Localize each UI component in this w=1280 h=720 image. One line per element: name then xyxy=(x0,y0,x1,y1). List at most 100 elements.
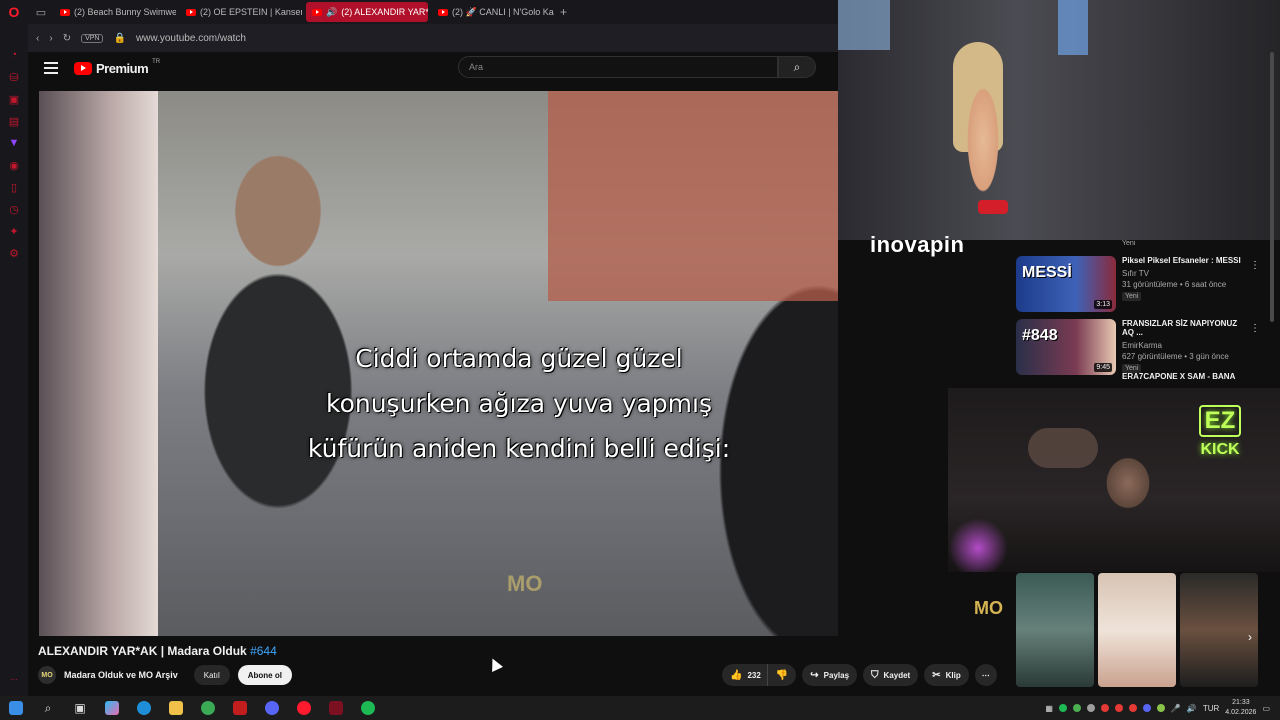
logo-word: Premium xyxy=(96,60,149,76)
channel-name[interactable]: EmirKarma xyxy=(1122,341,1242,350)
url-field[interactable]: www.youtube.com/watch xyxy=(136,33,246,44)
mouse-cursor xyxy=(487,656,503,672)
browser-tab[interactable]: (2) Beach Bunny Swimwe xyxy=(54,2,176,22)
discord-icon[interactable] xyxy=(256,696,288,720)
search-input[interactable]: Ara xyxy=(458,56,778,78)
video-player[interactable]: Ciddi ortamda güzel güzel konuşurken ağı… xyxy=(39,91,838,636)
recommendation-item[interactable]: MESSİ 3:13 Piksel Piksel Efsaneler : MES… xyxy=(1016,246,1268,312)
aria-icon[interactable]: ◔ xyxy=(7,48,21,62)
channel-avatar[interactable]: MO xyxy=(38,666,56,684)
new-tab-button[interactable]: + xyxy=(560,5,567,19)
browser-tab-active[interactable]: 🔊 (2) ALEXANDIR YAR*A xyxy=(306,2,428,22)
settings-icon[interactable]: ⚙ xyxy=(7,246,21,260)
more-icon: ⋯ xyxy=(981,670,990,680)
thumbs-down-icon: 👎 xyxy=(775,669,789,681)
like-button[interactable]: 👍 232 xyxy=(722,664,767,686)
search-button[interactable]: ⌕ xyxy=(778,56,816,78)
volume-icon[interactable]: 🔊 xyxy=(1187,704,1197,713)
subscribe-button[interactable]: Abone ol xyxy=(237,665,292,685)
thumbnail-text: MESSİ xyxy=(1022,264,1072,281)
crypto-wallet-icon[interactable]: ⛁ xyxy=(7,70,21,84)
messenger-icon[interactable]: ▣ xyxy=(7,92,21,106)
more-options-icon[interactable]: ⋮ xyxy=(1250,260,1260,271)
microphone-icon[interactable]: 🎤 xyxy=(1171,704,1181,713)
keyboard-icon[interactable]: ▦ xyxy=(1045,704,1053,713)
recommendation-title[interactable]: Piksel Piksel Efsaneler : MESSI xyxy=(1122,256,1242,265)
opera-logo-icon[interactable]: O xyxy=(0,0,28,24)
scrollbar-thumb[interactable] xyxy=(1270,52,1274,322)
address-bar: ‹ › ↻ VPN 🔒 www.youtube.com/watch xyxy=(28,24,838,52)
opera-icon[interactable] xyxy=(288,696,320,720)
video-background-building xyxy=(548,91,838,301)
vpn-badge[interactable]: VPN xyxy=(81,33,104,43)
opera-gx-icon[interactable] xyxy=(320,696,352,720)
windows-start-icon[interactable] xyxy=(0,696,32,720)
chevron-right-icon[interactable]: › xyxy=(1248,630,1252,644)
shorts-thumbnail[interactable] xyxy=(1098,573,1176,687)
new-badge: Yeni xyxy=(1122,364,1142,373)
tray-icon[interactable] xyxy=(1114,704,1123,712)
shorts-thumbnail[interactable] xyxy=(1180,573,1258,687)
task-view-icon[interactable]: ▣ xyxy=(64,696,96,720)
dislike-button[interactable]: 👎 xyxy=(766,664,797,686)
language-indicator[interactable]: TUR xyxy=(1203,704,1219,713)
reload-icon[interactable]: ↻ xyxy=(63,33,71,44)
file-explorer-icon[interactable] xyxy=(160,696,192,720)
notification-icon[interactable]: ▭ xyxy=(1262,704,1270,713)
recommendation-item[interactable]: #848 9:45 FRANSIZLAR SİZ NAPIYONUZ AQ ..… xyxy=(1016,309,1268,375)
tray-icon[interactable] xyxy=(1156,704,1165,712)
shorts-thumbnail[interactable] xyxy=(1016,573,1094,687)
page-scrollbar[interactable] xyxy=(1270,48,1276,688)
recommendations-list: Yeni MESSİ 3:13 Piksel Piksel Efsaneler … xyxy=(1016,240,1268,388)
extensions-icon[interactable]: ✦ xyxy=(7,224,21,238)
bookmark-icon[interactable]: ▯ xyxy=(7,180,21,194)
copilot-icon[interactable] xyxy=(96,696,128,720)
recommendation-title[interactable]: FRANSIZLAR SİZ NAPIYONUZ AQ ... xyxy=(1122,319,1242,337)
channel-row: MO Madara Olduk ve MO Arşiv Katıl Abone … xyxy=(38,664,292,686)
more-options-icon[interactable]: ⋮ xyxy=(1250,323,1260,334)
channel-name[interactable]: Sıfır TV xyxy=(1122,269,1242,278)
more-actions-button[interactable]: ⋯ xyxy=(974,664,997,686)
history-icon[interactable]: ◷ xyxy=(7,202,21,216)
share-button[interactable]: ↪ Paylaş xyxy=(802,664,858,686)
player-icon[interactable]: ◉ xyxy=(7,158,21,172)
recommendation-thumbnail[interactable]: MESSİ 3:13 xyxy=(1016,256,1116,312)
clock[interactable]: 21:33 4.02.2026 xyxy=(1225,698,1256,718)
spotify-icon[interactable] xyxy=(352,696,384,720)
recommendation-info: FRANSIZLAR SİZ NAPIYONUZ AQ ... EmirKarm… xyxy=(1122,319,1242,373)
youtube-header: Premium TR Ara ⌕ xyxy=(28,52,838,84)
tray-icon[interactable] xyxy=(1072,704,1081,712)
shorts-row xyxy=(1016,573,1280,687)
edge-icon[interactable] xyxy=(128,696,160,720)
youtube-icon xyxy=(312,8,322,16)
video-hashtag[interactable]: #644 xyxy=(250,644,277,658)
join-button[interactable]: Katıl xyxy=(193,665,230,685)
search-icon[interactable]: ⌕ xyxy=(32,696,64,720)
forward-icon[interactable]: › xyxy=(49,33,52,44)
browser-tab[interactable]: (2) 🚀 CANLI | N'Golo Kan xyxy=(432,2,554,22)
more-icon[interactable]: ⋯ xyxy=(10,675,18,684)
recommendation-thumbnail[interactable]: #848 9:45 xyxy=(1016,319,1116,375)
channel-name[interactable]: Madara Olduk ve MO Arşiv xyxy=(64,670,178,680)
twitch-icon[interactable]: ▼ xyxy=(7,136,21,150)
hamburger-menu-icon[interactable] xyxy=(44,62,58,74)
tray-icon[interactable] xyxy=(1086,704,1095,712)
stage-light xyxy=(838,0,890,50)
spotify-tray-icon[interactable] xyxy=(1058,704,1067,712)
tray-icon[interactable] xyxy=(1100,704,1109,712)
browser-tab[interactable]: (2) OE EPSTEIN | Kanser o xyxy=(180,2,302,22)
video-watermark: MO xyxy=(507,571,543,596)
clip-button[interactable]: ✂ Klip xyxy=(924,664,969,686)
save-button[interactable]: ⛉ Kaydet xyxy=(863,664,919,686)
workspaces-icon[interactable]: ▭ xyxy=(28,0,54,24)
tray-icon[interactable] xyxy=(1142,704,1151,712)
mail-icon[interactable]: ▤ xyxy=(7,114,21,128)
speaker-icon: 🔊 xyxy=(326,6,338,17)
tray-icon[interactable] xyxy=(1128,704,1137,712)
ez-kick-logo: EZ KICK xyxy=(1190,405,1250,459)
youtube-premium-logo[interactable]: Premium TR xyxy=(74,59,160,76)
back-icon[interactable]: ‹ xyxy=(36,33,39,44)
lock-icon: 🔒 xyxy=(113,32,126,44)
app-icon[interactable] xyxy=(224,696,256,720)
chrome-icon[interactable] xyxy=(192,696,224,720)
